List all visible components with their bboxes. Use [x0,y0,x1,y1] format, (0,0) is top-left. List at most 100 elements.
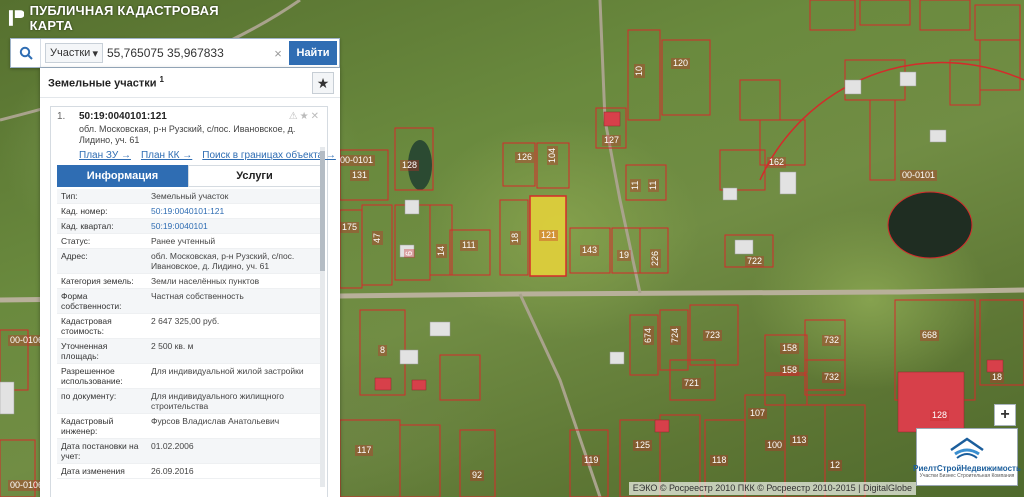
info-value: 2 647 325,00 руб. [147,313,323,339]
plan-zu-link[interactable]: План ЗУ → [79,150,131,161]
company-name: РиелтСтройНедвижимость [913,463,1021,473]
result-tools-icons[interactable]: ⚠★✕ [289,111,321,122]
info-row: Дата постановки на учет: 01.02.2006 [57,438,323,464]
parcel-label: 721 [682,378,702,389]
parcel-label: 14 [436,243,447,258]
tab-services[interactable]: Услуги [188,165,321,187]
app-title: ПУБЛИЧНАЯ КАДАСТРОВАЯ КАРТА [29,3,219,33]
company-logo: РиелтСтройНедвижимость Участки Бизнес Ст… [913,428,1021,486]
parcel-label: 126 [515,152,535,163]
result-links: План ЗУ → План КК → Поиск в границах объ… [51,146,336,165]
result-address: обл. Московская, р-н Рузский, с/пос. Ива… [79,124,296,145]
panel-title: Земельные участки 1 [48,75,164,90]
info-row: Уточненная площадь: 2 500 кв. м [57,338,323,364]
parcel-label: 674 [643,325,654,345]
info-row: Категория земель: Земли населённых пункто… [57,273,323,289]
lower-road [518,293,602,497]
search-bar: Участки ▾ × Найти [10,38,340,68]
results-panel: Земельные участки 1 ★ 1. 50:19:0040101:1… [40,68,340,497]
info-key: Кад. номер: [57,203,147,219]
parcel-label: 8 [378,345,388,356]
info-value: Ранее учтенный [147,233,323,249]
info-row: Разрешенное использование: Для индивидуал… [57,363,323,389]
info-key: Тип: [57,189,147,204]
info-value: Земельный участок [147,189,323,204]
search-in-bounds-link[interactable]: Поиск в границах объекта → [202,150,336,161]
parcel-label: 118 [710,455,729,466]
parcel-label: 11 [648,178,659,192]
parcel-label: 92 [470,470,485,481]
search-icon[interactable] [11,39,41,67]
info-value: 01.02.2006 [147,438,323,464]
parcel-label: 131 [350,170,370,181]
info-row: Статус: Ранее учтенный [57,233,323,249]
ring-parcel [759,61,1024,181]
result-item[interactable]: 1. 50:19:0040101:121 обл. Московская, р-… [51,107,327,146]
parcel-label: 125 [633,440,653,451]
info-value[interactable]: 50:19:0040101 [147,218,323,234]
parcel-label: 143 [580,245,600,256]
parcel-label: 158 [780,343,800,354]
parcel-label: 723 [703,330,723,341]
search-type-dropdown[interactable]: Участки ▾ [45,43,103,63]
results-count: 1 [159,75,164,85]
info-row: Кад. квартал: 50:19:0040101 [57,218,323,234]
result-card: 1. 50:19:0040101:121 обл. Московская, р-… [50,106,336,497]
info-value: Земли населённых пунктов [147,273,323,289]
info-key: Адрес: [57,248,147,274]
info-key: Дата изменения [57,463,147,479]
pkk-logo-icon[interactable] [8,9,24,27]
info-key: Кад. квартал: [57,218,147,234]
info-row: Адрес: обл. Московская, р-н Рузский, с/по… [57,248,323,274]
info-row: Форма собственности: Частная собственност… [57,288,323,314]
parcel-label: 732 [822,335,842,346]
clear-icon[interactable]: × [271,46,285,61]
info-row: Тип: Земельный участок [57,189,323,204]
info-value: Фурсов Владислав Анатольевич [147,413,323,439]
parcel-label: 111 [460,240,478,251]
info-tabs: Информация Услуги [57,165,321,187]
info-table: Тип: Земельный участок Кад. номер: 50:19:00… [57,189,323,479]
info-row: Кад. номер: 50:19:0040101:121 [57,203,323,219]
parcel-label: 119 [582,455,601,466]
search-input[interactable] [107,41,271,65]
info-row: Кадастровый инженер: Фурсов Владислав Ана… [57,413,323,439]
map-attribution: ЕЭКО © Росреестр 2010 ПКК © Росреестр 20… [628,482,916,495]
parcel-label: 18 [510,230,521,245]
pond [887,191,973,259]
star-icon[interactable]: ★ [312,72,334,94]
panel-scrollbar[interactable] [320,147,325,487]
parcel-label: 100 [765,440,785,451]
info-row: Дата изменения 26.09.2016 [57,463,323,479]
info-key: по документу: [57,388,147,414]
house-handshake-icon [950,436,984,459]
info-row: по документу: Для индивидуального жилищно… [57,388,323,414]
parcel-label: 732 [822,372,842,383]
parcel-label: 6 [404,248,415,258]
info-key: Статус: [57,233,147,249]
parcel-label: 47 [372,230,383,245]
parcel-label: 158 [780,365,800,376]
zoom-in-button[interactable]: + [994,404,1016,426]
cadastral-number: 50:19:0040101:121 [79,111,167,122]
parcel-label: 175 [340,222,360,233]
parcel-label: 128 [930,410,950,421]
search-type-label: Участки [50,47,91,59]
result-index: 1. [57,111,66,122]
info-value: Частная собственность [147,288,323,314]
info-key: Разрешенное использование: [57,363,147,389]
info-value[interactable]: 50:19:0040101:121 [147,203,323,219]
parcel-label: 127 [602,135,622,146]
parcel-label: 107 [748,408,768,419]
info-value: Для индивидуальной жилой застройки [147,363,323,389]
chevron-down-icon: ▾ [92,47,98,60]
info-row: Кадастровая стоимость: 2 647 325,00 руб. [57,313,323,339]
plan-kk-link[interactable]: План КК → [141,150,192,161]
info-key: Категория земель: [57,273,147,289]
scrollbar-thumb[interactable] [320,151,325,271]
search-button[interactable]: Найти [289,41,337,65]
app-header: ПУБЛИЧНАЯ КАДАСТРОВАЯ КАРТА [0,0,260,36]
tab-information[interactable]: Информация [57,165,188,187]
parcel-label: 226 [650,248,661,268]
parcel-label: 00-0101 [338,155,376,166]
